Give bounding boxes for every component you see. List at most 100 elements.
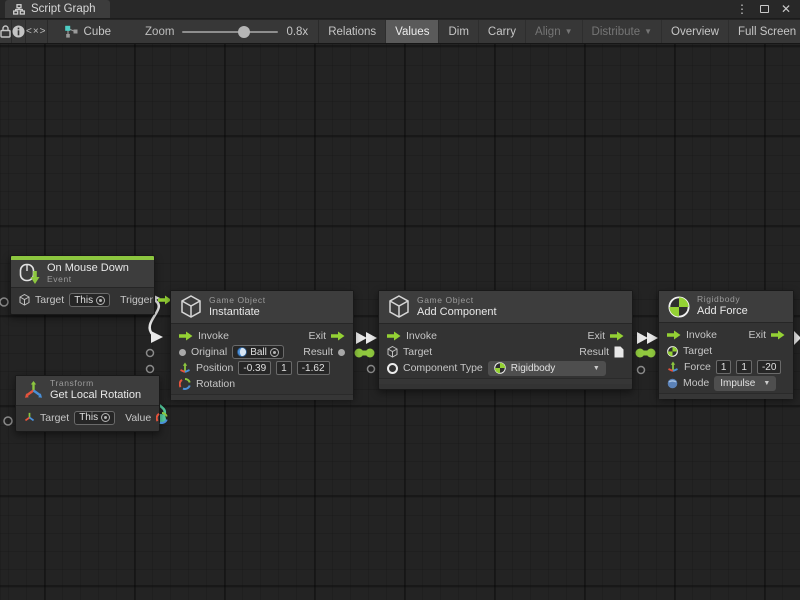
zoom-value: 0.8x: [286, 26, 308, 38]
relations-button[interactable]: Relations: [319, 20, 386, 43]
force-z-field[interactable]: -20: [757, 360, 781, 374]
ball-icon: [237, 347, 247, 357]
exec-in-arrow: [151, 331, 163, 343]
exec-link-arrow: [637, 332, 648, 344]
exec-link-arrow: [647, 332, 658, 344]
node-on-mouse-down[interactable]: On Mouse Down Event Target This: [10, 255, 155, 315]
mode-dropdown[interactable]: Impulse ▼: [714, 376, 776, 391]
tab-script-graph[interactable]: Script Graph: [5, 0, 110, 18]
values-button[interactable]: Values: [386, 20, 439, 43]
graph-canvas[interactable]: On Mouse Down Event Target This: [0, 44, 800, 600]
lock-icon[interactable]: [0, 20, 12, 43]
target-label: Target: [683, 345, 712, 357]
script-graph-window: Script Graph ⋮ ✕ <×>: [0, 0, 800, 600]
zoom-label: Zoom: [145, 26, 174, 38]
zoom-slider[interactable]: [182, 26, 278, 38]
exit-label: Exit: [587, 330, 605, 342]
node-add-component[interactable]: Game Object Add Component Invoke Exit: [378, 290, 633, 390]
invoke-label: Invoke: [686, 329, 717, 341]
result-port[interactable]: [338, 349, 345, 356]
code-preview-icon[interactable]: <×>: [26, 20, 48, 43]
gameobject-mini-icon: [387, 346, 398, 358]
component-type-label: Component Type: [403, 362, 483, 374]
rotation-icon[interactable]: [179, 378, 191, 390]
graph-name-label: Cube: [84, 26, 112, 38]
input-port-ring: [4, 417, 12, 425]
node-subtitle: Event: [47, 275, 129, 285]
info-icon[interactable]: [12, 20, 26, 43]
gameobject-icon: [19, 294, 30, 306]
fullscreen-button[interactable]: Full Screen: [729, 20, 800, 43]
input-port-ring: [638, 367, 645, 374]
object-picker-icon[interactable]: [270, 348, 279, 357]
rotation-icon[interactable]: [156, 412, 168, 424]
invoke-label: Invoke: [406, 330, 437, 342]
graph-hierarchy-icon: [13, 4, 25, 15]
overview-button[interactable]: Overview: [662, 20, 729, 43]
value-link: [640, 351, 652, 356]
position-x-field[interactable]: -0.39: [238, 361, 271, 375]
component-type-dropdown[interactable]: Rigidbody ▼: [488, 361, 606, 376]
input-port-ring: [147, 350, 154, 357]
dim-button[interactable]: Dim: [439, 20, 478, 43]
exit-port-arrow[interactable]: [331, 331, 345, 341]
node-add-force[interactable]: Rigidbody Add Force Invoke Exit: [658, 290, 794, 398]
input-port-ring: [0, 298, 8, 306]
rigidbody-icon: [668, 296, 690, 318]
vector3-axis-icon: [179, 362, 191, 374]
close-icon[interactable]: ✕: [778, 1, 794, 17]
exit-port-arrow[interactable]: [610, 331, 624, 341]
title-bar: Script Graph ⋮ ✕: [0, 0, 800, 19]
carry-button[interactable]: Carry: [479, 20, 526, 43]
chevron-down-icon: ▼: [593, 365, 600, 372]
target-label: Target: [403, 346, 432, 358]
invoke-port-arrow[interactable]: [667, 330, 681, 340]
node-type: Transform: [50, 379, 141, 389]
original-port[interactable]: [179, 349, 186, 356]
target-field[interactable]: This: [69, 293, 110, 307]
chevron-down-icon: ▼: [565, 27, 573, 36]
align-button[interactable]: Align▼: [526, 20, 583, 43]
mode-label: Mode: [683, 377, 709, 389]
tab-title: Script Graph: [31, 3, 96, 15]
position-z-field[interactable]: -1.62: [297, 361, 330, 375]
node-get-local-rotation[interactable]: Transform Get Local Rotation Target This: [15, 375, 160, 432]
node-footer: [659, 393, 793, 399]
node-title: Add Component: [417, 306, 497, 319]
input-port-ring: [368, 366, 375, 373]
distribute-button[interactable]: Distribute▼: [583, 20, 663, 43]
chevron-down-icon: ▼: [644, 27, 652, 36]
exit-label: Exit: [308, 330, 326, 342]
vector3-axis-icon: [667, 361, 679, 373]
node-footer: [379, 378, 632, 384]
maximize-icon[interactable]: [756, 1, 772, 17]
invoke-port-arrow[interactable]: [387, 331, 401, 341]
node-footer: [171, 394, 353, 400]
transform-icon: [24, 381, 43, 400]
node-title: Get Local Rotation: [50, 389, 141, 402]
force-y-field[interactable]: 1: [736, 360, 752, 374]
object-picker-icon[interactable]: [101, 413, 110, 422]
invoke-port-arrow[interactable]: [179, 331, 193, 341]
object-picker-icon[interactable]: [96, 296, 105, 305]
document-icon[interactable]: [614, 346, 624, 358]
target-label: Target: [35, 294, 64, 306]
result-label: Result: [579, 346, 609, 358]
force-mode-icon: [667, 378, 678, 389]
more-icon[interactable]: ⋮: [734, 1, 750, 17]
result-label: Result: [303, 346, 333, 358]
zoom-slider-handle[interactable]: [238, 26, 250, 38]
force-label: Force: [684, 361, 711, 373]
target-field[interactable]: This: [74, 411, 115, 425]
force-x-field[interactable]: 1: [716, 360, 732, 374]
node-instantiate[interactable]: Game Object Instantiate Invoke Exit: [170, 290, 354, 398]
node-type: Rigidbody: [697, 295, 748, 305]
node-type: Game Object: [417, 296, 497, 306]
graph-node-icon: [64, 25, 78, 38]
exit-port-arrow[interactable]: [771, 330, 785, 340]
position-y-field[interactable]: 1: [276, 361, 292, 375]
type-port-ring[interactable]: [387, 363, 398, 374]
zoom-controls: Cube Zoom 0.8x: [48, 20, 320, 43]
original-field[interactable]: Ball: [232, 345, 284, 359]
node-title: Instantiate: [209, 306, 266, 319]
